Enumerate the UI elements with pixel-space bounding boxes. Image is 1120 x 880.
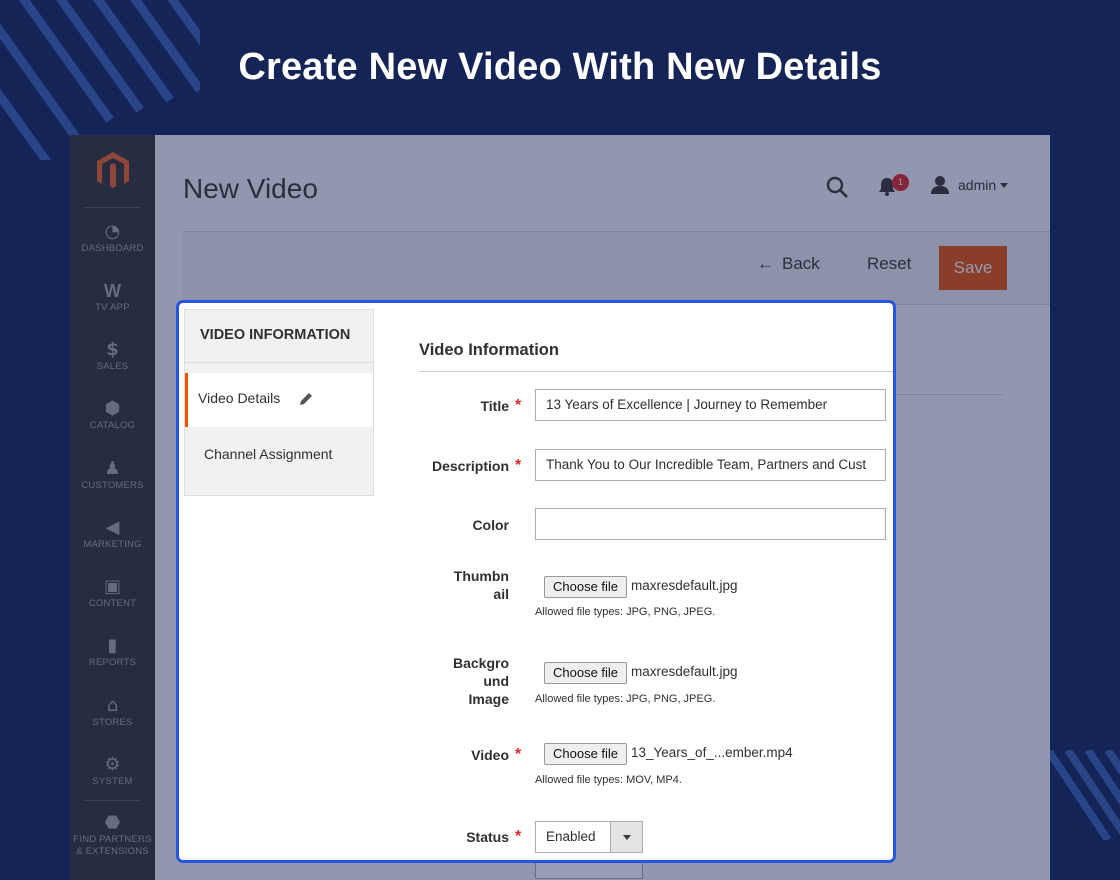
- background-image-label: Backgro und Image: [452, 655, 509, 707]
- video-label: Video: [471, 747, 509, 763]
- status-label: Status: [466, 829, 509, 845]
- tabs-heading: VIDEO INFORMATION: [185, 310, 373, 363]
- video-hint: Allowed file types: MOV, MP4.: [535, 774, 682, 786]
- pencil-icon: [300, 393, 312, 405]
- background-hint: Allowed file types: JPG, PNG, JPEG.: [535, 693, 716, 705]
- thumbnail-choose-file-button[interactable]: Choose file: [544, 576, 628, 598]
- thumbnail-file-name: maxresdefault.jpg: [631, 578, 738, 593]
- color-input[interactable]: [535, 508, 886, 540]
- description-label: Description: [431, 458, 509, 474]
- form-tabs: VIDEO INFORMATION Video Details Channel …: [184, 309, 374, 496]
- video-choose-file-button[interactable]: Choose file: [544, 743, 628, 765]
- required-mark: *: [515, 397, 522, 414]
- required-mark: *: [515, 828, 522, 845]
- background-file-name: maxresdefault.jpg: [631, 664, 738, 679]
- tab-video-details[interactable]: Video Details: [185, 373, 373, 427]
- title-input[interactable]: 13 Years of Excellence | Journey to Reme…: [535, 389, 886, 421]
- required-mark: *: [515, 746, 522, 763]
- chevron-down-icon: [610, 822, 642, 852]
- required-mark: *: [515, 457, 522, 474]
- section-divider: [419, 371, 893, 372]
- thumbnail-hint: Allowed file types: JPG, PNG, JPEG.: [535, 606, 716, 618]
- color-label: Color: [472, 517, 509, 533]
- section-title: Video Information: [419, 341, 559, 359]
- status-value: Enabled: [546, 829, 596, 844]
- background-choose-file-button[interactable]: Choose file: [544, 662, 628, 684]
- decorative-stripes-right: [1048, 750, 1120, 840]
- tab-channel-assignment[interactable]: Channel Assignment: [185, 438, 373, 462]
- description-input[interactable]: Thank You to Our Incredible Team, Partne…: [535, 449, 886, 481]
- title-label: Title: [480, 398, 509, 414]
- banner-title: Create New Video With New Details: [238, 46, 882, 88]
- status-select[interactable]: Enabled: [535, 821, 643, 853]
- highlighted-form-panel: VIDEO INFORMATION Video Details Channel …: [176, 300, 896, 863]
- video-file-name: 13_Years_of_...ember.mp4: [631, 745, 793, 760]
- thumbnail-label: Thumbn ail: [453, 568, 509, 602]
